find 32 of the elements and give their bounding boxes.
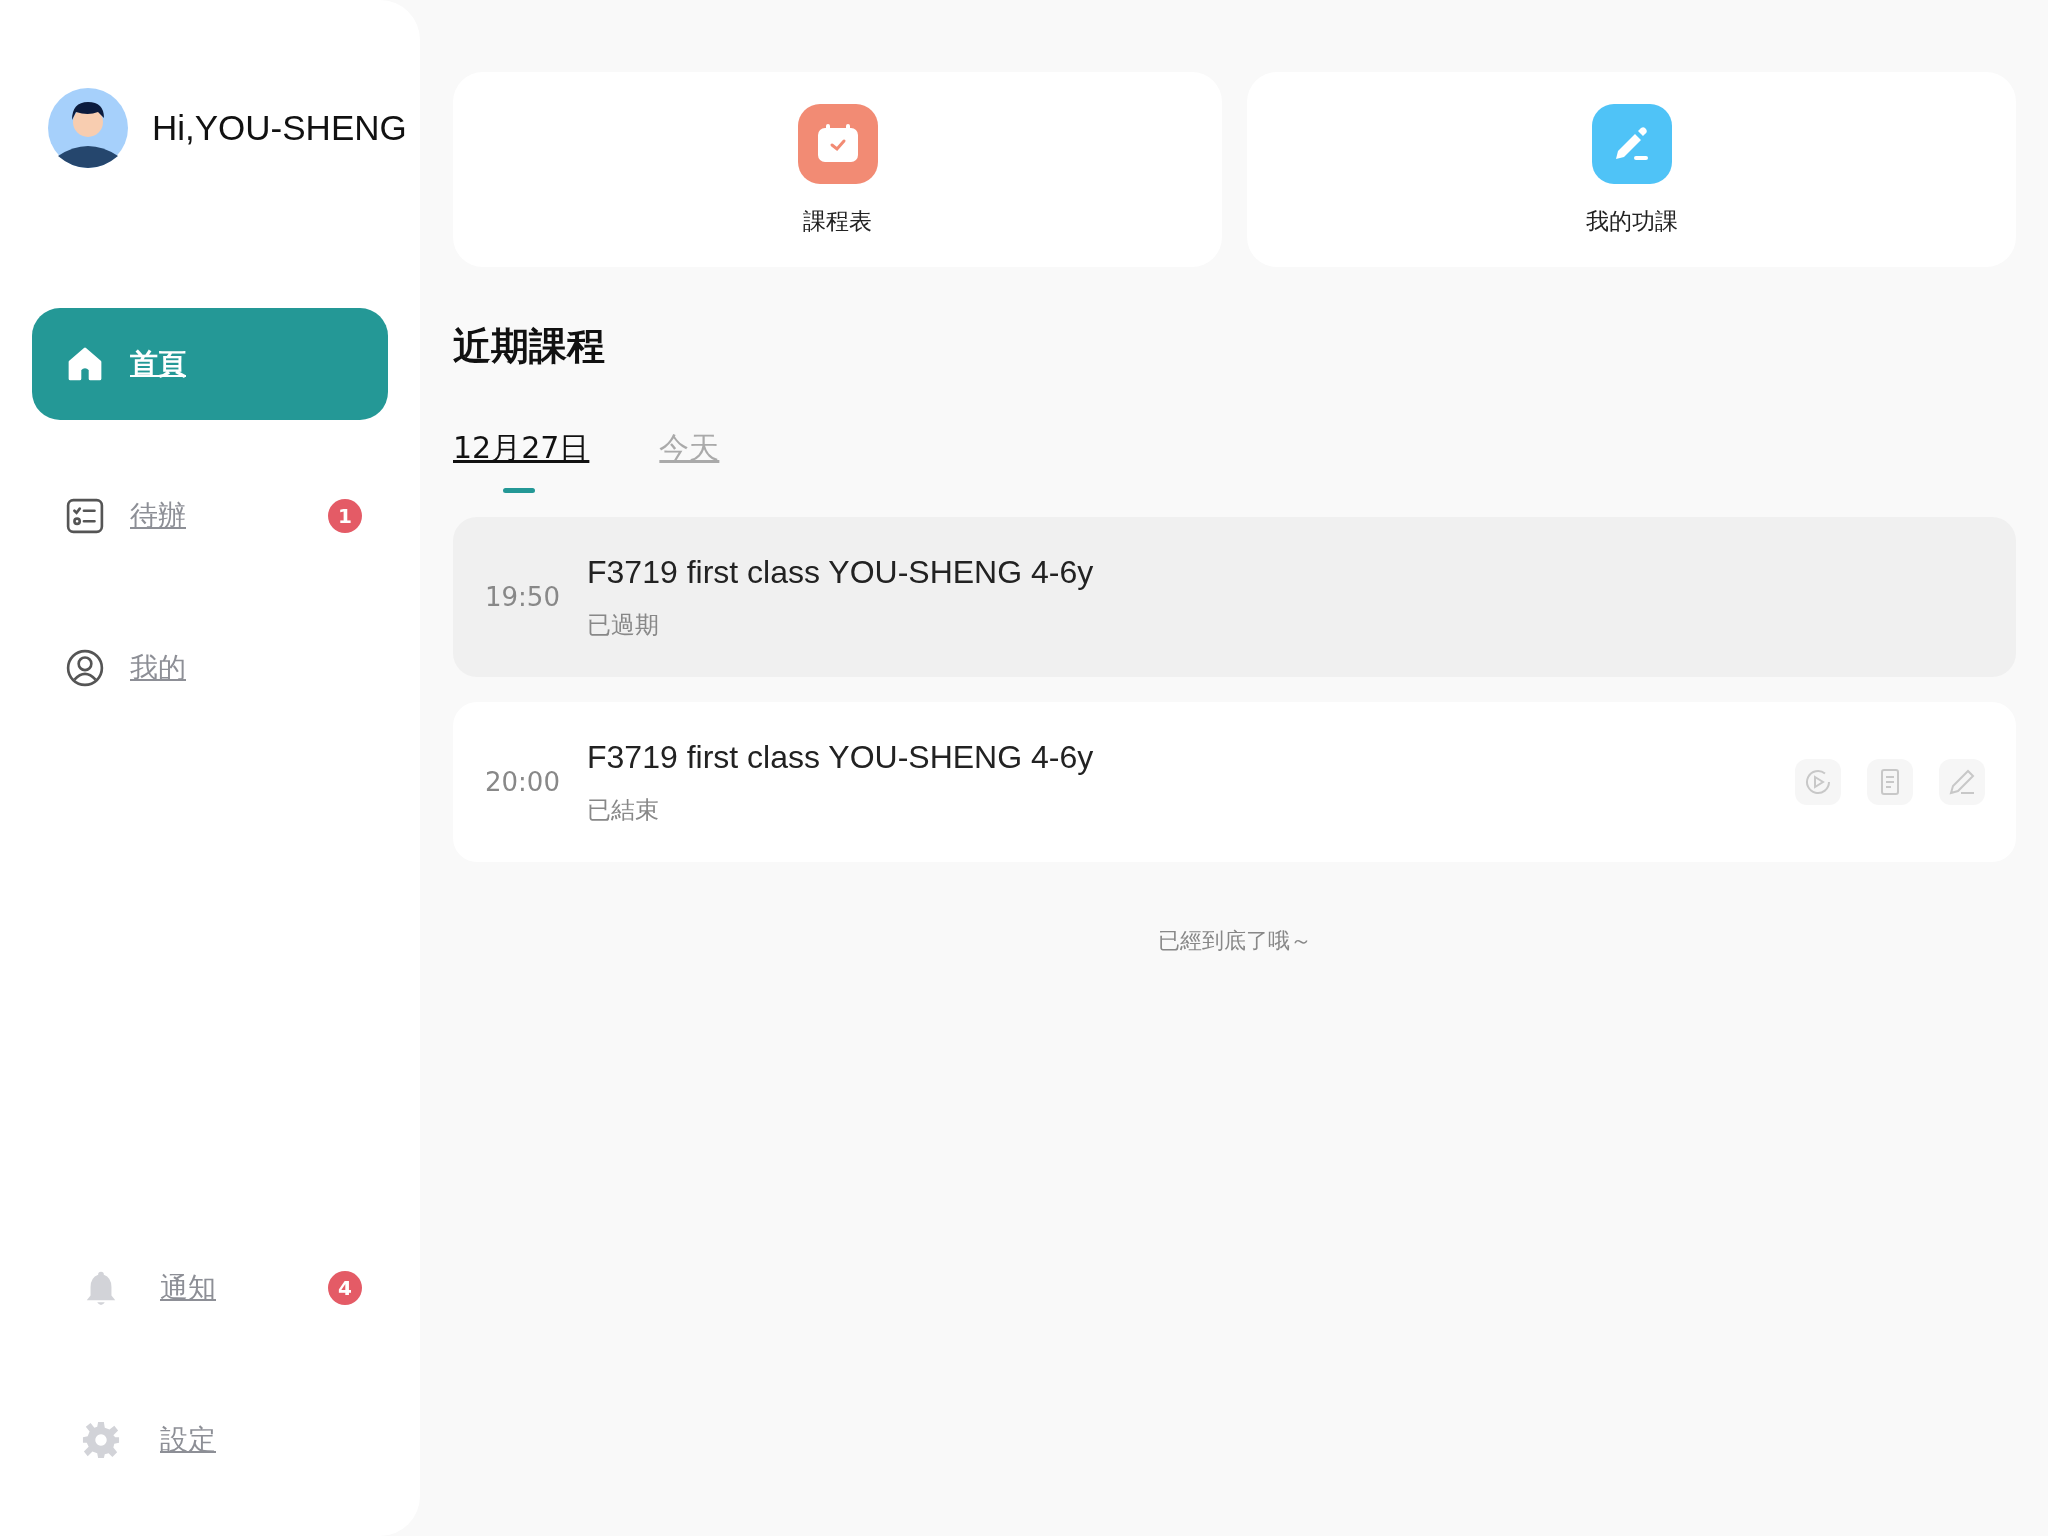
nav-item[interactable]: 待辦 1 — [32, 460, 388, 572]
date-tab[interactable]: 12月27日 — [453, 428, 590, 493]
avatar-icon — [48, 88, 128, 168]
course-title: F3719 first class YOU-SHENG 4-6y — [587, 738, 1094, 776]
course-status: 已結束 — [587, 794, 660, 826]
settings-icon — [82, 1421, 120, 1459]
user-icon — [66, 649, 104, 687]
nav-item[interactable]: 首頁 — [32, 308, 388, 420]
nav-item[interactable]: 我的 — [32, 612, 388, 724]
shortcut-card[interactable]: 課程表 — [453, 72, 1222, 267]
play-circle-icon — [1803, 767, 1833, 797]
document-button[interactable] — [1867, 759, 1913, 805]
home-icon — [66, 345, 104, 383]
course-card[interactable]: 19:50 F3719 first class YOU-SHENG 4-6y 已過期 — [453, 517, 2016, 677]
course-time: 20:00 — [485, 767, 561, 797]
checklist-icon — [66, 497, 104, 535]
section-title: 近期課程 — [453, 323, 606, 370]
edit-button[interactable] — [1939, 759, 1985, 805]
count-badge: 4 — [328, 1271, 362, 1305]
course-title: F3719 first class YOU-SHENG 4-6y — [587, 553, 1094, 591]
course-card[interactable]: 20:00 F3719 first class YOU-SHENG 4-6y 已結束 — [453, 702, 2016, 862]
shortcut-card[interactable]: 我的功課 — [1247, 72, 2016, 267]
course-time: 19:50 — [485, 582, 561, 612]
greeting-text: Hi,YOU-SHENG — [152, 108, 407, 148]
nav-item[interactable]: 通知 4 — [32, 1232, 388, 1344]
end-of-list-text: 已經到底了哦～ — [1156, 927, 1313, 955]
pencil-icon — [1947, 767, 1977, 797]
replay-button[interactable] — [1795, 759, 1841, 805]
nav-item[interactable]: 設定 — [32, 1384, 388, 1496]
date-tab[interactable]: 今天 — [659, 428, 720, 493]
count-badge: 1 — [328, 499, 362, 533]
course-status: 已過期 — [587, 609, 660, 641]
